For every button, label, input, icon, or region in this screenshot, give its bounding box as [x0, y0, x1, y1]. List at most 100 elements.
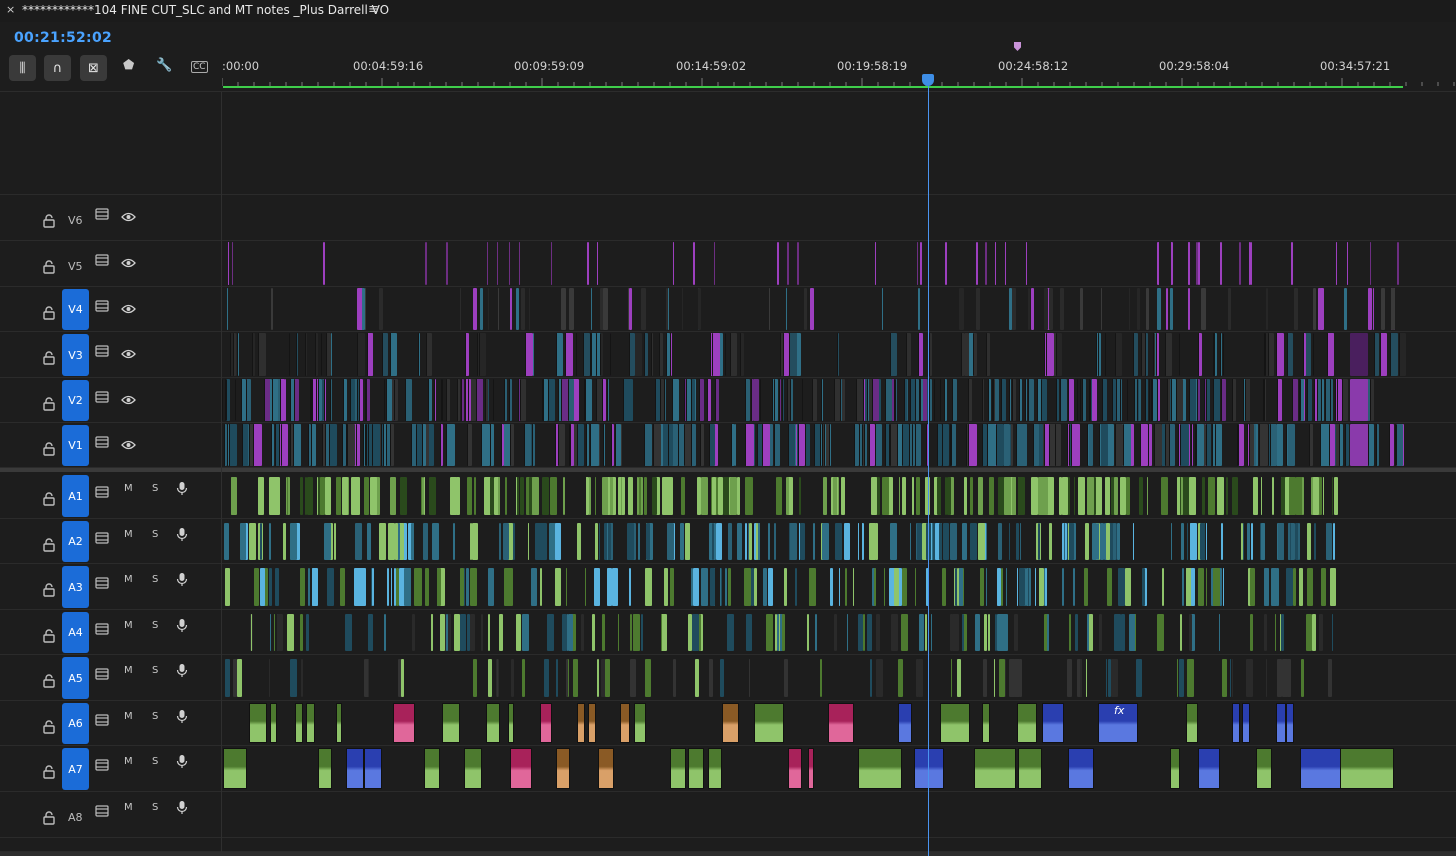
audio-clip[interactable] [1006, 568, 1007, 606]
video-clip[interactable] [1171, 379, 1176, 421]
video-clip[interactable] [1380, 333, 1387, 376]
audio-clip[interactable] [597, 659, 599, 697]
audio-clip[interactable] [411, 523, 414, 560]
video-clip[interactable] [311, 424, 316, 466]
video-clip[interactable] [1149, 379, 1150, 421]
audio-clip[interactable] [384, 614, 386, 651]
audio-clip[interactable] [488, 614, 490, 651]
video-clip[interactable] [405, 379, 412, 421]
audio-clip[interactable] [685, 523, 690, 560]
video-clip[interactable] [985, 242, 987, 285]
lock-icon[interactable] [42, 441, 56, 456]
audio-clip[interactable] [786, 477, 789, 515]
audio-clip[interactable] [467, 477, 472, 515]
video-clip[interactable] [709, 424, 715, 466]
video-clip[interactable] [488, 288, 489, 330]
work-area-bar[interactable] [223, 86, 1403, 88]
audio-clip[interactable] [1290, 523, 1291, 560]
audio-clip[interactable] [722, 703, 739, 743]
video-clip[interactable] [324, 379, 325, 421]
audio-clip[interactable] [919, 614, 924, 651]
audio-clip[interactable] [1275, 614, 1276, 651]
audio-clip[interactable] [980, 568, 984, 606]
audio-clip[interactable] [1161, 477, 1168, 515]
audio-clip[interactable] [511, 659, 514, 697]
sync-lock-icon[interactable] [95, 388, 109, 403]
audio-clip[interactable] [224, 523, 229, 560]
audio-clip[interactable] [274, 614, 275, 651]
audio-clip[interactable] [1117, 523, 1120, 560]
audio-clip[interactable] [1014, 614, 1018, 651]
video-clip[interactable] [1399, 333, 1406, 376]
audio-clip[interactable] [940, 703, 970, 743]
audio-clip[interactable] [324, 523, 331, 560]
audio-clip[interactable] [237, 659, 242, 697]
audio-clip[interactable] [692, 614, 699, 651]
video-clip[interactable] [788, 424, 795, 466]
audio-clip[interactable] [1068, 523, 1069, 560]
audio-clip[interactable] [633, 614, 638, 651]
audio-clip[interactable] [1067, 659, 1072, 697]
video-clip[interactable] [1166, 288, 1168, 330]
video-clip[interactable] [1321, 379, 1324, 421]
video-clip[interactable] [607, 379, 609, 421]
audio-clip[interactable] [249, 703, 267, 743]
audio-clip[interactable] [667, 523, 674, 560]
video-clip[interactable] [988, 379, 991, 421]
audio-clip[interactable] [634, 703, 646, 743]
video-clip[interactable] [242, 424, 248, 466]
video-clip[interactable] [1049, 288, 1053, 330]
audio-clip[interactable] [912, 477, 913, 515]
audio-clip[interactable] [828, 703, 854, 743]
video-clip[interactable] [1071, 424, 1080, 466]
lock-icon[interactable] [42, 259, 56, 274]
audio-clip[interactable] [390, 477, 396, 515]
audio-clip[interactable] [939, 523, 942, 560]
audio-clip[interactable] [450, 614, 451, 651]
audio-clip[interactable] [957, 659, 961, 697]
audio-clip[interactable] [432, 614, 433, 651]
audio-clip[interactable] [481, 614, 483, 651]
video-clip[interactable] [623, 379, 629, 421]
audio-clip[interactable] [641, 614, 643, 651]
audio-clip[interactable] [306, 614, 309, 651]
audio-clip[interactable] [269, 477, 276, 515]
video-clip[interactable] [1317, 379, 1321, 421]
video-clip[interactable] [1376, 424, 1379, 466]
video-clip[interactable] [465, 333, 469, 376]
video-clip[interactable] [856, 379, 863, 421]
audio-clip[interactable] [1182, 477, 1189, 515]
audio-clip[interactable] [756, 523, 758, 560]
audio-clip[interactable] [594, 568, 600, 606]
video-clip[interactable] [610, 333, 611, 376]
video-clip[interactable] [961, 333, 965, 376]
video-clip[interactable] [603, 288, 608, 330]
track-content[interactable] [222, 746, 1456, 791]
video-clip[interactable] [1112, 379, 1116, 421]
track-target-a1[interactable]: A1 [62, 475, 89, 517]
sync-lock-icon[interactable] [95, 620, 109, 635]
video-clip[interactable] [1370, 242, 1371, 285]
video-clip[interactable] [237, 333, 239, 376]
audio-clip[interactable] [884, 568, 885, 606]
audio-clip[interactable] [499, 523, 501, 560]
video-clip[interactable] [1381, 288, 1385, 330]
audio-clip[interactable] [1020, 523, 1021, 560]
video-clip[interactable] [1157, 379, 1160, 421]
audio-clip[interactable] [251, 614, 252, 651]
video-clip[interactable] [714, 242, 715, 285]
audio-clip[interactable] [528, 523, 529, 560]
video-clip[interactable] [1025, 379, 1027, 421]
audio-clip[interactable] [1330, 568, 1336, 606]
audio-clip[interactable] [301, 659, 303, 697]
audio-clip[interactable] [1334, 477, 1338, 515]
audio-clip[interactable] [799, 477, 801, 515]
video-clip[interactable] [602, 379, 603, 421]
insert-overwrite-toggle-button[interactable]: ⫼ [9, 55, 36, 81]
video-clip[interactable] [1044, 424, 1047, 466]
video-clip[interactable] [473, 288, 477, 330]
video-clip[interactable] [774, 424, 780, 466]
video-clip[interactable] [1287, 424, 1295, 466]
audio-clip[interactable] [225, 568, 230, 606]
video-clip[interactable] [321, 333, 322, 376]
